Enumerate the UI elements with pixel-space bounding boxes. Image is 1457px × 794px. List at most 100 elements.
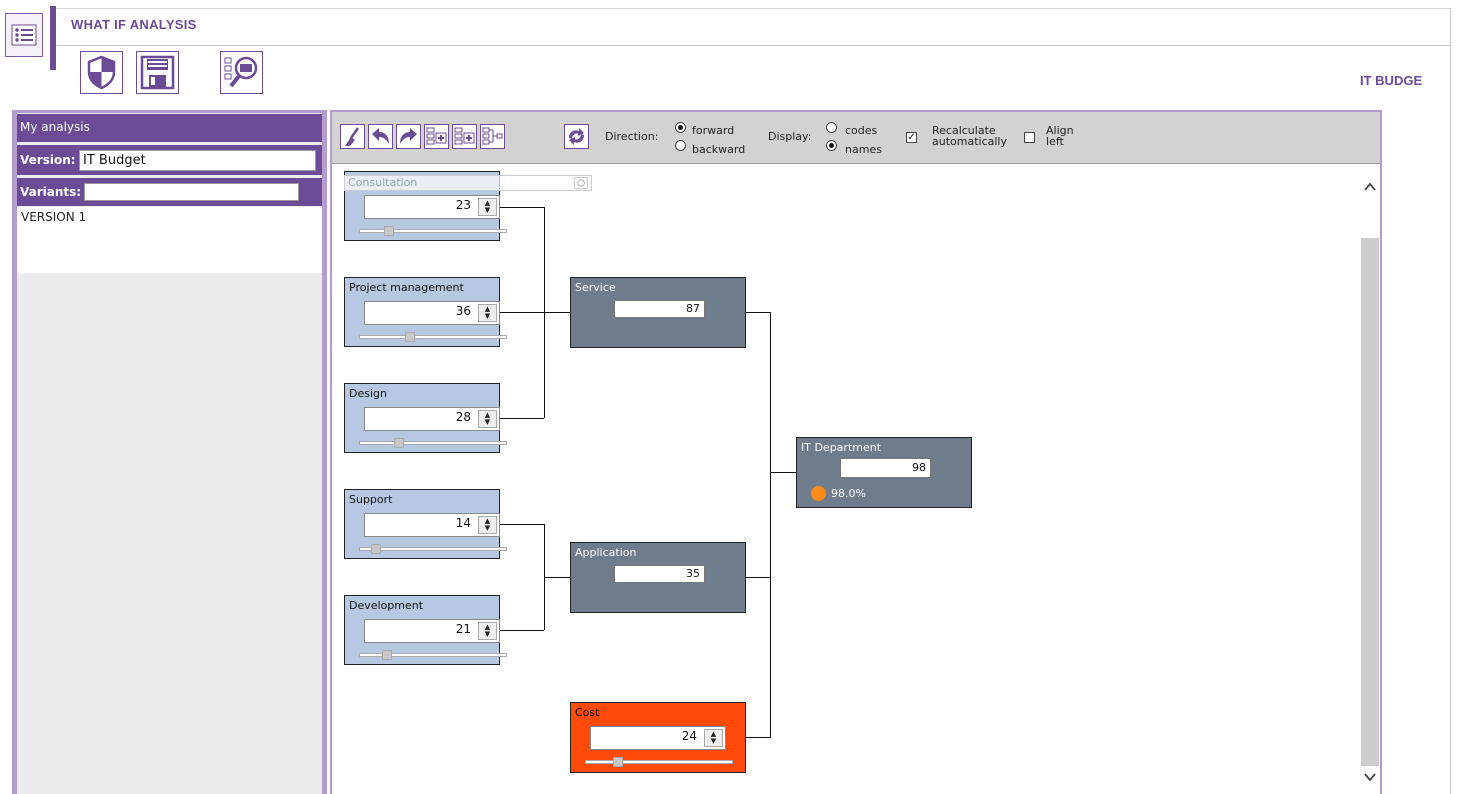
project-management-slider[interactable] <box>359 332 507 342</box>
consultation-value: 23 <box>455 198 471 212</box>
analysis-label: My analysis <box>20 120 90 134</box>
redo-button[interactable] <box>396 124 421 149</box>
undo-button[interactable] <box>368 124 393 149</box>
it-department-percent: 98.0% <box>831 487 866 500</box>
node-project-management[interactable]: Project management 36 ▲ ▼ <box>344 277 507 347</box>
connector-line <box>498 207 544 208</box>
display-names-label: names <box>845 143 882 156</box>
node-design[interactable]: Design 28 ▲ ▼ <box>344 383 507 453</box>
collapse-tree-icon <box>454 127 475 145</box>
display-label: Display: <box>768 130 812 143</box>
cost-value: 24 <box>681 729 697 743</box>
support-spinner[interactable]: 14 ▲ ▼ <box>364 513 500 537</box>
save-icon <box>136 51 179 94</box>
node-development[interactable]: Development 21 ▲ ▼ <box>344 595 507 665</box>
recalculate-checkbox[interactable]: ✓ <box>906 132 917 143</box>
version-label: Version: <box>20 153 76 167</box>
scroll-down-icon[interactable] <box>1363 770 1377 784</box>
cost-slider[interactable] <box>585 757 733 767</box>
collapse-tree-button[interactable] <box>452 124 477 149</box>
it-department-value: 98 <box>840 458 931 478</box>
connector-line <box>770 472 796 473</box>
node-cost[interactable]: Cost 24 ▲ ▼ <box>570 702 746 773</box>
application-value: 35 <box>614 565 705 583</box>
support-title: Support <box>349 493 393 506</box>
connector-line <box>498 418 544 419</box>
node-service[interactable]: Service 87 <box>570 277 746 348</box>
direction-backward-label: backward <box>692 143 746 156</box>
search-input[interactable]: Consultation <box>344 175 592 191</box>
node-it-department[interactable]: IT Department 98 98.0% <box>796 437 972 508</box>
connector-line <box>498 630 544 631</box>
direction-backward-radio[interactable] <box>675 140 686 151</box>
expand-tree-button[interactable] <box>424 124 449 149</box>
service-value: 87 <box>614 300 705 318</box>
search-icon[interactable] <box>574 177 588 189</box>
cost-spinner[interactable]: 24 ▲ ▼ <box>590 726 726 750</box>
design-title: Design <box>349 387 387 400</box>
spinner-arrows-icon[interactable]: ▲ ▼ <box>478 622 497 640</box>
connector-line <box>498 312 570 313</box>
design-spinner[interactable]: 28 ▲ ▼ <box>364 407 500 431</box>
align-left-checkbox[interactable] <box>1024 132 1035 143</box>
variants-input[interactable] <box>84 183 299 201</box>
refresh-button[interactable] <box>564 124 589 149</box>
spinner-arrows-icon[interactable]: ▲ ▼ <box>704 729 723 747</box>
cost-title: Cost <box>575 706 600 719</box>
development-title: Development <box>349 599 424 612</box>
undo-icon <box>372 128 389 144</box>
spinner-arrows-icon[interactable]: ▲ ▼ <box>478 516 497 534</box>
tree-structure-button[interactable] <box>480 124 505 149</box>
search-placeholder: Consultation <box>348 176 418 189</box>
support-slider[interactable] <box>359 544 507 554</box>
spinner-arrows-icon[interactable]: ▲ ▼ <box>478 410 497 428</box>
spinner-arrows-icon[interactable]: ▲ ▼ <box>478 304 497 322</box>
node-application[interactable]: Application 35 <box>570 542 746 613</box>
scroll-up-icon[interactable] <box>1363 180 1377 194</box>
slider-thumb[interactable] <box>394 438 404 448</box>
explorer-icon <box>220 51 263 94</box>
support-value: 14 <box>455 516 471 530</box>
connector-line <box>544 577 570 578</box>
application-title: Application <box>575 546 637 559</box>
align-left-label-line2: left <box>1046 135 1064 148</box>
project-management-spinner[interactable]: 36 ▲ ▼ <box>364 301 500 325</box>
slider-thumb[interactable] <box>405 332 415 342</box>
connector-line <box>770 312 771 737</box>
slider-thumb[interactable] <box>384 226 394 236</box>
save-button[interactable] <box>136 51 179 94</box>
spinner-arrows-icon[interactable]: ▲ ▼ <box>478 198 497 216</box>
header-divider <box>56 45 1451 46</box>
slider-thumb[interactable] <box>371 544 381 554</box>
shield-icon <box>80 51 123 94</box>
scrollbar-thumb[interactable] <box>1361 238 1379 766</box>
project-management-value: 36 <box>455 304 471 318</box>
version-list-item[interactable]: VERSION 1 <box>21 210 86 224</box>
version-input[interactable]: IT Budget <box>79 150 316 171</box>
menu-button[interactable] <box>5 13 43 57</box>
context-label: IT BUDGE <box>1360 73 1423 88</box>
display-codes-radio[interactable] <box>826 122 837 133</box>
direction-label: Direction: <box>605 130 659 143</box>
consultation-slider[interactable] <box>359 226 507 236</box>
design-value: 28 <box>455 410 471 424</box>
explorer-button[interactable] <box>220 51 263 94</box>
node-support[interactable]: Support 14 ▲ ▼ <box>344 489 507 559</box>
clear-button[interactable] <box>340 124 365 149</box>
slider-thumb[interactable] <box>382 650 392 660</box>
consultation-spinner[interactable]: 23 ▲ ▼ <box>364 195 500 219</box>
direction-forward-radio[interactable] <box>675 122 686 133</box>
display-codes-label: codes <box>845 124 878 137</box>
shield-button[interactable] <box>80 51 123 94</box>
design-slider[interactable] <box>359 438 507 448</box>
analysis-header: My analysis <box>17 114 322 142</box>
broom-icon <box>345 127 360 146</box>
refresh-icon <box>569 128 584 145</box>
development-spinner[interactable]: 21 ▲ ▼ <box>364 619 500 643</box>
direction-forward-label: forward <box>692 124 735 137</box>
connector-line <box>745 312 770 313</box>
development-slider[interactable] <box>359 650 507 660</box>
display-names-radio[interactable] <box>826 140 837 151</box>
right-border <box>1450 8 1451 794</box>
slider-thumb[interactable] <box>613 757 623 767</box>
